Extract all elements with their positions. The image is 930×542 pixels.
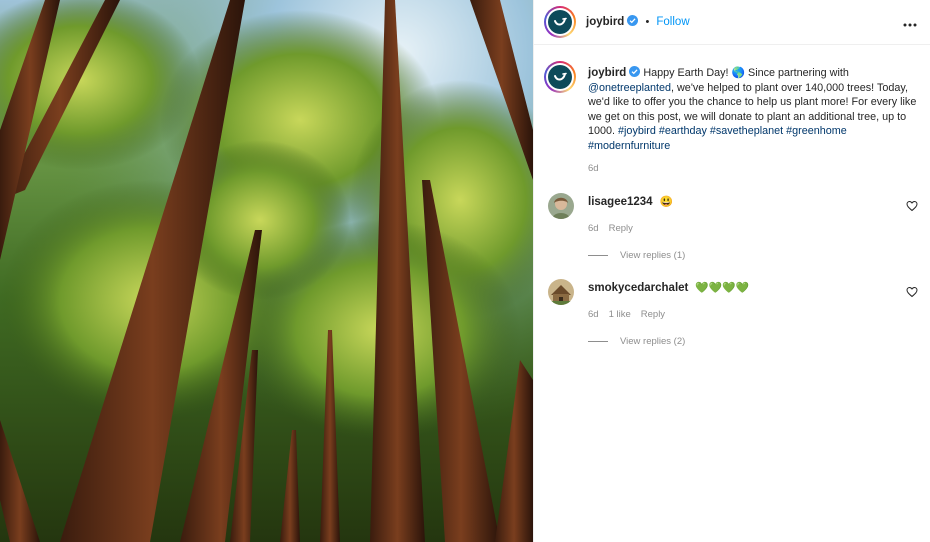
reply-button[interactable]: Reply (609, 223, 633, 234)
replies-divider-line (588, 340, 608, 342)
comment-text: 😃 (659, 196, 674, 208)
post-side-panel: joybird • Follow joybird Happy Earth Day… (533, 0, 930, 542)
follow-button[interactable]: Follow (656, 16, 689, 28)
hashtag-link[interactable]: #joybird (618, 125, 656, 137)
commenter-avatar[interactable] (548, 279, 574, 305)
post-caption: joybird Happy Earth Day! 🌎 Since partner… (588, 66, 918, 153)
hashtag-link[interactable]: #earthday (659, 125, 707, 137)
heart-icon[interactable] (906, 286, 918, 298)
comment-time[interactable]: 6d (588, 223, 599, 234)
hashtag-link[interactable]: #greenhome (786, 125, 847, 137)
view-replies-label: View replies (2) (620, 336, 686, 347)
author-username[interactable]: joybird (586, 16, 624, 28)
comment-text: 💚💚💚💚 (695, 282, 750, 294)
post-header: joybird • Follow (534, 0, 930, 45)
verified-badge-icon (627, 15, 639, 26)
view-replies-button[interactable]: View replies (2) (588, 336, 685, 347)
joybird-logo-icon (548, 65, 572, 89)
replies-divider-line (588, 254, 608, 256)
post-photo[interactable] (0, 0, 533, 542)
comment-meta: 6d Reply (588, 223, 643, 234)
caption-author-avatar[interactable] (544, 61, 576, 93)
header-user-line: joybird • Follow (586, 15, 690, 28)
comment-time[interactable]: 6d (588, 309, 599, 320)
comment-likes[interactable]: 1 like (609, 309, 631, 320)
author-avatar[interactable] (544, 6, 576, 38)
heart-icon[interactable] (906, 200, 918, 212)
joybird-logo-icon (548, 10, 572, 34)
caption-intro: Happy Earth Day! (640, 67, 732, 79)
caption-username[interactable]: joybird (588, 67, 626, 79)
comment-username[interactable]: smokycedarchalet (588, 282, 688, 294)
caption-text-1: Since partnering with (745, 67, 849, 79)
reply-button[interactable]: Reply (641, 309, 665, 320)
view-replies-label: View replies (1) (620, 250, 686, 261)
post-timestamp[interactable]: 6d (588, 163, 599, 174)
hashtag-link[interactable]: #modernfurniture (588, 140, 670, 152)
mention-link[interactable]: @onetreeplanted (588, 82, 671, 94)
globe-emoji: 🌎 (731, 67, 746, 79)
comment-meta: 6d 1 like Reply (588, 309, 675, 320)
comment-body: smokycedarchalet 💚💚💚💚 (588, 281, 888, 294)
redwood-forest-image (0, 0, 533, 542)
verified-badge-icon (629, 66, 641, 77)
hashtag-link[interactable]: #savetheplanet (710, 125, 783, 137)
comment-username[interactable]: lisagee1234 (588, 196, 653, 208)
view-replies-button[interactable]: View replies (1) (588, 250, 685, 261)
more-options-icon[interactable] (903, 14, 917, 30)
comment-body: lisagee1234 😃 (588, 195, 888, 208)
separator-dot: • (645, 16, 650, 28)
commenter-avatar[interactable] (548, 193, 574, 219)
